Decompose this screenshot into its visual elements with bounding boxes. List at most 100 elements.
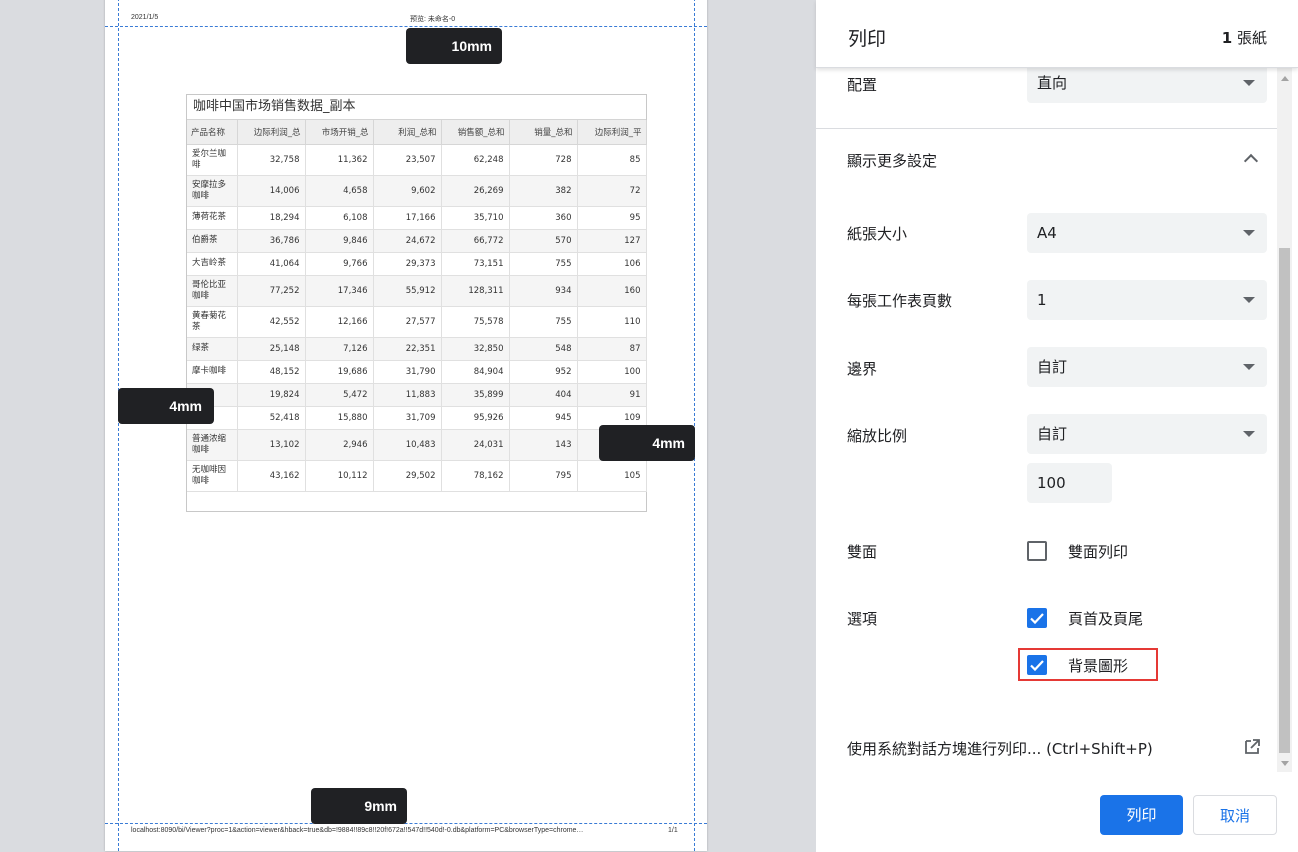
value-cell: 36,786 <box>237 229 306 253</box>
value-cell: 43,162 <box>237 460 306 492</box>
duplex-checkbox[interactable] <box>1027 541 1047 561</box>
value-cell: 6,108 <box>305 206 374 230</box>
panel-header: 列印 1 張紙 <box>816 0 1298 68</box>
column-header: 边际利润_总 <box>237 120 306 145</box>
paper-size-value: A4 <box>1037 224 1057 242</box>
column-header: 销量_总和 <box>509 120 578 145</box>
bottom-margin-guide[interactable] <box>105 823 707 824</box>
product-name-cell: 大吉岭茶 <box>187 252 238 276</box>
value-cell: 9,846 <box>305 229 374 253</box>
paper-size-label: 紙張大小 <box>847 225 908 243</box>
product-name-cell: 薄荷花茶 <box>187 206 238 230</box>
scale-label: 縮放比例 <box>847 427 908 445</box>
system-dialog-link[interactable]: 使用系統對話方塊進行列印... (Ctrl+Shift+P) <box>847 738 1153 759</box>
dropdown-caret-icon <box>1243 230 1255 236</box>
column-header: 利润_总和 <box>373 120 442 145</box>
value-cell: 95,926 <box>441 406 510 430</box>
value-cell: 17,346 <box>305 275 374 307</box>
value-cell: 755 <box>509 306 578 338</box>
scale-percent-input[interactable]: 100 <box>1027 463 1112 503</box>
value-cell: 106 <box>577 252 647 276</box>
value-cell: 105 <box>577 460 647 492</box>
scale-select[interactable]: 自訂 <box>1027 414 1267 454</box>
scrollbar-thumb[interactable] <box>1279 248 1290 753</box>
sheet-count-unit: 張紙 <box>1236 29 1267 47</box>
value-cell: 17,166 <box>373 206 442 230</box>
layout-select[interactable]: 直向 <box>1027 63 1267 103</box>
column-header: 边际利润_平 <box>577 120 647 145</box>
scroll-up-arrow-icon[interactable] <box>1281 76 1289 81</box>
table-row: 花茶52,41815,88031,70995,926945109 <box>187 406 647 430</box>
open-in-new-icon[interactable] <box>1243 738 1261 760</box>
left-margin-guide[interactable] <box>118 0 119 851</box>
pages-per-sheet-label: 每張工作表頁數 <box>847 292 953 310</box>
checkmark-icon <box>1030 613 1044 625</box>
value-cell: 10,112 <box>305 460 374 492</box>
top-margin-guide[interactable] <box>105 26 707 27</box>
value-cell: 15,880 <box>305 406 374 430</box>
scale-value: 自訂 <box>1037 425 1068 443</box>
scroll-down-arrow-icon[interactable] <box>1281 761 1289 766</box>
value-cell: 31,790 <box>373 360 442 384</box>
chevron-up-icon[interactable] <box>1243 153 1259 169</box>
product-name-cell: 哥伦比亚咖啡 <box>187 275 238 307</box>
margins-select[interactable]: 自訂 <box>1027 347 1267 387</box>
value-cell: 55,912 <box>373 275 442 307</box>
value-cell: 29,373 <box>373 252 442 276</box>
right-margin-guide[interactable] <box>694 0 695 851</box>
sheet-count-number: 1 <box>1221 29 1233 47</box>
value-cell: 12,166 <box>305 306 374 338</box>
product-name-cell: 绿茶 <box>187 337 238 361</box>
section-divider <box>816 128 1278 129</box>
value-cell: 382 <box>509 175 578 207</box>
value-cell: 85 <box>577 144 647 176</box>
column-header: 产品名称 <box>187 120 238 145</box>
table-row: 绿茶 25,148 7,126 22,351 32,850 548 87 <box>187 337 647 361</box>
more-settings-toggle[interactable]: 顯示更多設定 <box>847 150 937 171</box>
value-cell: 25,148 <box>237 337 306 361</box>
value-cell: 31,709 <box>373 406 442 430</box>
value-cell: 23,507 <box>373 144 442 176</box>
value-cell: 100 <box>577 360 647 384</box>
value-cell: 26,269 <box>441 175 510 207</box>
layout-value: 直向 <box>1037 74 1068 92</box>
print-button[interactable]: 列印 <box>1100 795 1183 835</box>
value-cell: 5,472 <box>305 383 374 407</box>
pages-per-sheet-select[interactable]: 1 <box>1027 280 1267 320</box>
table-row: 普通浓缩咖啡13,1022,94610,48324,03114375 <box>187 429 647 461</box>
value-cell: 77,252 <box>237 275 306 307</box>
value-cell: 755 <box>509 252 578 276</box>
value-cell: 360 <box>509 206 578 230</box>
product-name-cell: 爱尔兰咖啡 <box>187 144 238 176</box>
footer-url: localhost:8090/bi/Viewer?proc=1&action=v… <box>131 827 584 834</box>
table-row: 大吉岭茶 41,064 9,766 29,373 73,151 755 106 <box>187 252 647 276</box>
value-cell: 72 <box>577 175 647 207</box>
table-row: 哥伦比亚咖啡 77,252 17,346 55,912 128,311 934 160 <box>187 275 647 307</box>
table-header-row: 产品名称 边际利润_总 市场开销_总 利润_总和 销售额_总和 销量_总和 边际利润_平 <box>187 120 647 145</box>
column-header: 销售额_总和 <box>441 120 510 145</box>
value-cell: 9,602 <box>373 175 442 207</box>
value-cell: 32,758 <box>237 144 306 176</box>
value-cell: 795 <box>509 460 578 492</box>
value-cell: 52,418 <box>237 406 306 430</box>
headers-footers-label[interactable]: 頁首及頁尾 <box>1068 608 1143 629</box>
duplex-option-label[interactable]: 雙面列印 <box>1068 541 1128 562</box>
value-cell: 91 <box>577 383 647 407</box>
dropdown-caret-icon <box>1243 431 1255 437</box>
sheet-count: 1 張紙 <box>1222 27 1267 48</box>
panel-title: 列印 <box>848 28 887 50</box>
table-row: 摩卡咖啡 48,152 19,686 31,790 84,904 952 100 <box>187 360 647 384</box>
paper-size-select[interactable]: A4 <box>1027 213 1267 253</box>
column-header: 市场开销_总 <box>305 120 374 145</box>
value-cell: 13,102 <box>237 429 306 461</box>
value-cell: 84,904 <box>441 360 510 384</box>
cancel-button[interactable]: 取消 <box>1193 795 1277 835</box>
headers-footers-checkbox[interactable] <box>1027 608 1047 628</box>
value-cell: 952 <box>509 360 578 384</box>
report-table: 产品名称 边际利润_总 市场开销_总 利润_总和 销售额_总和 销量_总和 边际利润_平 爱… <box>187 120 647 492</box>
value-cell: 41,064 <box>237 252 306 276</box>
value-cell: 73,151 <box>441 252 510 276</box>
value-cell: 27,577 <box>373 306 442 338</box>
table-row: 爱尔兰咖啡 32,758 11,362 23,507 62,248 728 85 <box>187 144 647 176</box>
margins-label: 邊界 <box>847 360 878 378</box>
